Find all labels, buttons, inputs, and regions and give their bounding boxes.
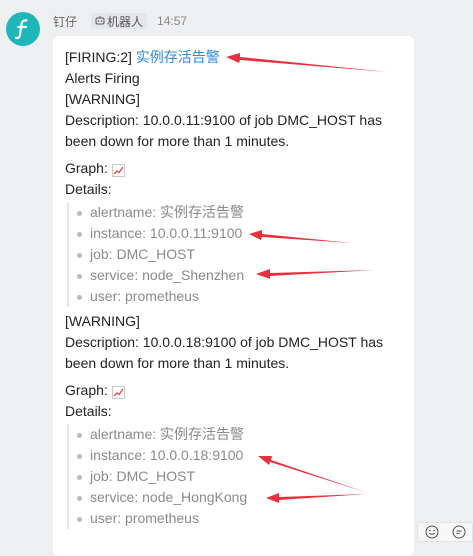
message-time: 14:57 [157, 14, 188, 28]
robot-badge-label: 机器人 [107, 14, 144, 29]
details-list: alertname: 实例存活告警 instance: 10.0.0.11:91… [67, 202, 402, 307]
sender-name[interactable]: 钉仔 [53, 13, 77, 30]
alert-title-link[interactable]: 实例存活告警 [136, 49, 220, 65]
message-bubble[interactable]: [FIRING:2] 实例存活告警 Alerts Firing [WARNING… [53, 36, 414, 556]
detail-job: job: DMC_HOST [75, 466, 402, 487]
detail-alertname: alertname: 实例存活告警 [75, 202, 402, 223]
graph-label: Graph: [65, 382, 108, 398]
detail-user: user: prometheus [75, 286, 402, 307]
graph-label: Graph: [65, 160, 108, 176]
chart-increasing-icon[interactable] [111, 162, 125, 177]
details-list: alertname: 实例存活告警 instance: 10.0.0.18:91… [67, 424, 402, 529]
robot-icon [95, 14, 107, 28]
details-label: Details: [65, 181, 112, 197]
message-meta: 钉仔 机器人 14:57 [53, 13, 187, 29]
chart-increasing-icon[interactable] [111, 384, 125, 399]
alert-level: [WARNING] [65, 313, 140, 329]
alert-description: Description: 10.0.0.11:9100 of job DMC_H… [65, 112, 382, 149]
bot-avatar[interactable] [6, 12, 40, 46]
alert-level: [WARNING] [65, 91, 140, 107]
detail-instance: instance: 10.0.0.18:9100 [75, 445, 402, 466]
robot-badge: 机器人 [91, 13, 148, 29]
reaction-bar [417, 522, 473, 542]
alert-block: [WARNING] Description: 10.0.0.11:9100 of… [65, 89, 402, 307]
detail-job: job: DMC_HOST [75, 244, 402, 265]
detail-alertname: alertname: 实例存活告警 [75, 424, 402, 445]
detail-instance: instance: 10.0.0.11:9100 [75, 223, 402, 244]
graph-row: Graph: [65, 380, 402, 401]
detail-service: service: node_HongKong [75, 487, 402, 508]
alert-block: [WARNING] Description: 10.0.0.18:9100 of… [65, 311, 402, 529]
graph-row: Graph: [65, 158, 402, 179]
comment-icon[interactable] [452, 525, 466, 539]
detail-service: service: node_Shenzhen [75, 265, 402, 286]
alert-description: Description: 10.0.0.18:9100 of job DMC_H… [65, 334, 384, 371]
alerts-firing-text: Alerts Firing [65, 70, 140, 86]
smiley-icon[interactable] [425, 525, 439, 539]
details-label: Details: [65, 403, 112, 419]
detail-user: user: prometheus [75, 508, 402, 529]
alert-title: [FIRING:2] 实例存活告警 [65, 47, 402, 68]
alert-status: [FIRING:2] [65, 49, 132, 65]
flash-f-icon [13, 18, 33, 40]
